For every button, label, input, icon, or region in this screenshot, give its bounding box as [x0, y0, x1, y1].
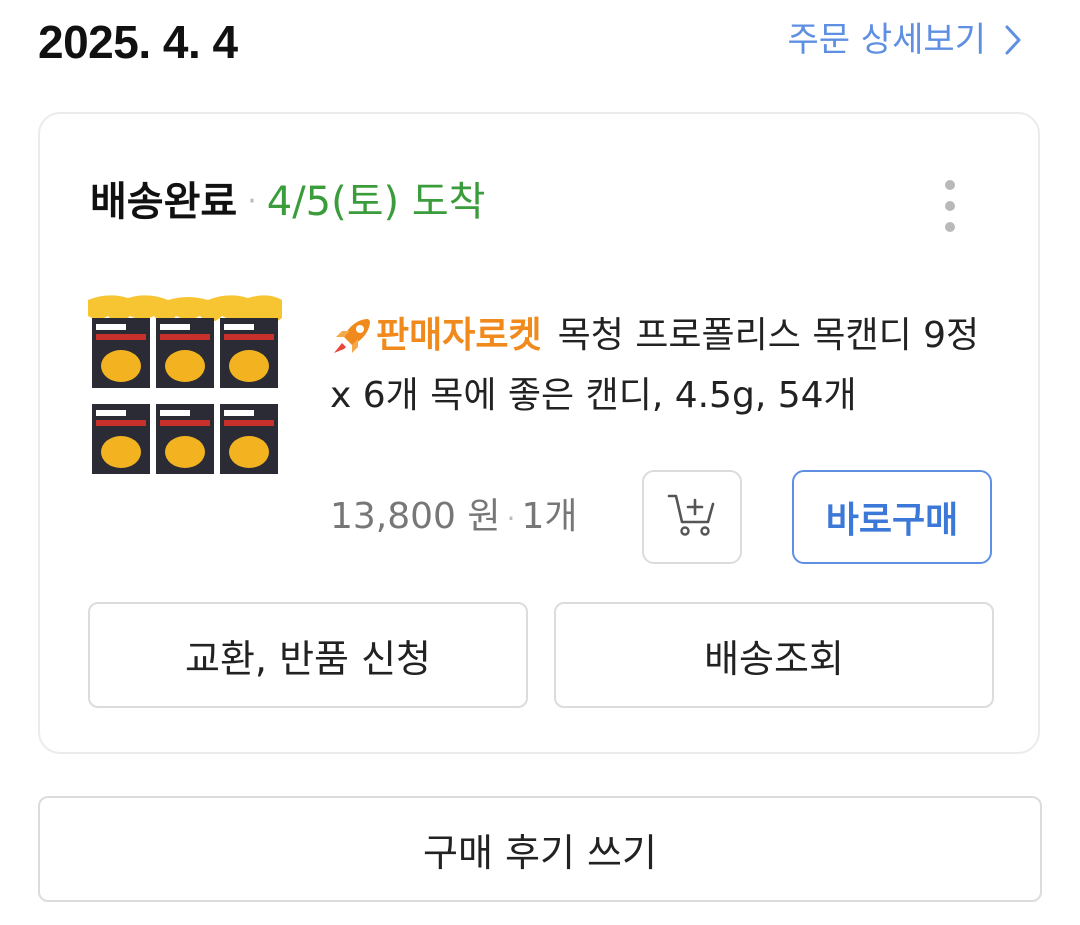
- chevron-right-icon: [1004, 24, 1022, 56]
- add-to-cart-icon: [667, 492, 717, 542]
- exchange-return-button[interactable]: 교환, 반품 신청: [88, 602, 528, 708]
- product-image[interactable]: [88, 292, 282, 478]
- order-detail-link[interactable]: 주문 상세보기: [788, 18, 1023, 62]
- product-price: 13,800 원: [330, 496, 501, 537]
- price-separator: ·: [506, 502, 516, 535]
- arrival-date: 4/5(토) 도착: [266, 179, 486, 225]
- order-card: 배송완료 · 4/5(토) 도착 판매자로켓 목청 프로폴리스 목캔디 9정 x…: [38, 112, 1040, 754]
- rocket-badge-label: 판매자로켓: [376, 315, 542, 356]
- delivery-status-row: 배송완료 · 4/5(토) 도착: [90, 174, 485, 230]
- order-date: 2025. 4. 4: [38, 16, 238, 68]
- more-vertical-icon[interactable]: [938, 180, 962, 232]
- order-detail-link-label: 주문 상세보기: [787, 20, 987, 60]
- add-to-cart-button[interactable]: [642, 470, 742, 564]
- product-quantity: 1개: [521, 496, 578, 537]
- buy-now-button[interactable]: 바로구매: [792, 470, 992, 564]
- delivery-status: 배송완료: [90, 179, 238, 225]
- status-separator: ·: [247, 184, 257, 219]
- price-row: 13,800 원 · 1개: [330, 492, 577, 544]
- track-delivery-button[interactable]: 배송조회: [554, 602, 994, 708]
- write-review-button[interactable]: 구매 후기 쓰기: [38, 796, 1042, 902]
- rocket-icon: [330, 306, 376, 366]
- seller-rocket-badge: 판매자로켓: [330, 306, 542, 366]
- product-title-block[interactable]: 판매자로켓 목청 프로폴리스 목캔디 9정 x 6개 목에 좋은 캔디, 4.5…: [330, 306, 1010, 426]
